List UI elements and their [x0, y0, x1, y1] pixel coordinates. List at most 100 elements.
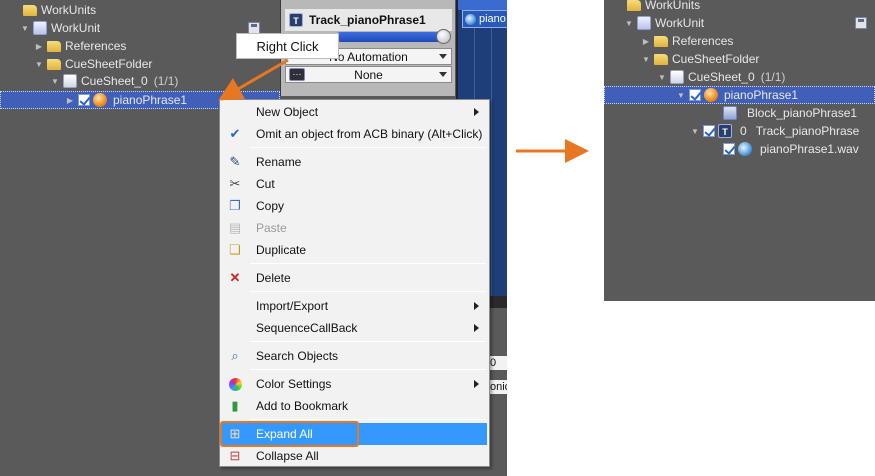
save-icon[interactable] [855, 17, 867, 29]
track-icon: T [289, 13, 303, 27]
timeline-clip[interactable]: piano [462, 10, 507, 28]
dropdown-arrow-icon[interactable] [439, 54, 447, 59]
menu-separator [250, 147, 486, 148]
tree-item-workunits[interactable]: WorkUnits [624, 0, 700, 14]
expanded-arrow-icon[interactable]: ▼ [20, 24, 30, 33]
workunit-icon [33, 21, 47, 35]
expanded-arrow-icon[interactable]: ▼ [676, 91, 686, 100]
field-fragment[interactable]: 0 [488, 356, 507, 370]
expanded-arrow-icon[interactable]: ▼ [624, 19, 634, 28]
menu-item-collapse-all[interactable]: ⊟ Collapse All [222, 445, 487, 467]
checkbox-icon[interactable] [78, 94, 90, 106]
tree-item-track[interactable]: ▼ T 0 Track_pianoPhrase [690, 122, 859, 140]
menu-item-label: Rename [256, 155, 302, 169]
tree-item-cuesheetfolder[interactable]: ▼ CueSheetFolder [641, 50, 759, 68]
submenu-arrow-icon [474, 108, 479, 116]
menu-item-new-object[interactable]: New Object [222, 101, 487, 123]
tree-item-count: (1/1) [760, 70, 786, 84]
tree-item-cuesheet[interactable]: ▼ CueSheet_0 (1/1) [657, 68, 785, 86]
menu-item-delete[interactable]: ✕ Delete [222, 267, 487, 289]
none-dropdown[interactable]: ··· None [285, 66, 452, 83]
menu-item-label: Paste [256, 221, 287, 235]
submenu-arrow-icon [474, 302, 479, 310]
checkbox-icon[interactable] [689, 89, 701, 101]
none-value: None [354, 67, 383, 82]
menu-item-sequence-callback[interactable]: SequenceCallBack [222, 317, 487, 339]
checkbox-icon[interactable] [723, 143, 735, 155]
menu-item-paste[interactable]: ▤ Paste [222, 217, 487, 239]
tree-item-count: (1/1) [153, 74, 179, 88]
track-icon: T [718, 124, 732, 138]
menu-separator [250, 419, 486, 420]
delete-icon: ✕ [229, 270, 241, 285]
tree-item-label: References [65, 39, 127, 53]
tree-item-references[interactable]: ▶ References [641, 32, 733, 50]
menu-item-label: Import/Export [256, 299, 329, 313]
tree-item-cue-selected[interactable]: ▼ pianoPhrase1 [604, 86, 875, 104]
menu-item-add-bookmark[interactable]: ▮ Add to Bookmark [222, 395, 487, 417]
tree-item-wave[interactable]: pianoPhrase1.wav [720, 140, 859, 158]
collapsed-arrow-icon[interactable]: ▶ [641, 37, 651, 46]
folder-icon [654, 53, 668, 65]
collapse-all-icon: ⊟ [229, 448, 241, 463]
menu-item-label: Color Settings [256, 377, 332, 391]
menu-item-import-export[interactable]: Import/Export [222, 295, 487, 317]
menu-separator [250, 369, 486, 370]
expanded-arrow-icon[interactable]: ▼ [690, 127, 700, 136]
tree-item-workunit[interactable]: ▼ WorkUnit [20, 19, 100, 37]
menu-item-expand-all[interactable]: ⊞ Expand All [220, 421, 487, 447]
block-icon [723, 106, 737, 120]
menu-item-label: SequenceCallBack [256, 321, 358, 335]
menu-item-rename[interactable]: ✎ Rename [222, 151, 487, 173]
tree-item-label: pianoPhrase1 [113, 93, 188, 107]
menu-item-omit-object[interactable]: ✔ Omit an object from ACB binary (Alt+Cl… [222, 123, 487, 145]
right-click-callout: Right Click [236, 33, 339, 59]
menu-item-copy[interactable]: ❐ Copy [222, 195, 487, 217]
menu-item-cut[interactable]: ✂ Cut [222, 173, 487, 195]
duplicate-icon: ❏ [229, 242, 241, 257]
tree-item-block[interactable]: Block_pianoPhrase1 [720, 104, 857, 122]
expanded-arrow-icon[interactable]: ▼ [657, 73, 667, 82]
field-fragment[interactable]: onic [488, 380, 507, 394]
rename-icon: ✎ [229, 154, 241, 169]
tree-item-cuesheetfolder[interactable]: ▼ CueSheetFolder [34, 55, 152, 73]
tree-item-label: Block_pianoPhrase1 [747, 106, 858, 120]
expanded-arrow-icon[interactable]: ▼ [34, 60, 44, 69]
expanded-arrow-icon[interactable]: ▼ [50, 77, 60, 86]
tree-item-workunit[interactable]: ▼ WorkUnit [624, 14, 704, 32]
menu-separator [250, 263, 486, 264]
slider-knob[interactable] [436, 29, 451, 44]
tree-item-workunits[interactable]: WorkUnits [20, 1, 96, 19]
context-menu: New Object ✔ Omit an object from ACB bin… [219, 99, 490, 467]
tree-item-references[interactable]: ▶ References [34, 37, 126, 55]
folder-icon [627, 0, 641, 11]
cuesheet-icon [670, 70, 684, 84]
collapsed-arrow-icon[interactable]: ▶ [65, 96, 75, 105]
tree-item-cuesheet[interactable]: ▼ CueSheet_0 (1/1) [50, 72, 178, 90]
folder-icon [47, 58, 61, 70]
checkbox-icon[interactable] [703, 125, 715, 137]
collapsed-arrow-icon[interactable]: ▶ [34, 42, 44, 51]
expanded-arrow-icon[interactable]: ▼ [641, 55, 651, 64]
menu-item-duplicate[interactable]: ❏ Duplicate [222, 239, 487, 261]
folder-icon [47, 40, 61, 52]
track-header: T Track_pianoPhrase1 [285, 9, 452, 31]
volume-slider[interactable] [335, 29, 451, 44]
menu-separator [250, 341, 486, 342]
menu-item-color-settings[interactable]: Color Settings [222, 373, 487, 395]
tree-item-label: CueSheet_0 [81, 74, 148, 88]
callout-text: Right Click [256, 38, 319, 54]
paste-icon: ▤ [228, 220, 242, 235]
tree-item-label: CueSheet_0 [688, 70, 755, 84]
more-icon[interactable]: ··· [289, 68, 305, 81]
bookmark-icon: ▮ [231, 398, 239, 413]
tree-item-label: WorkUnits [41, 3, 97, 17]
folder-icon [23, 4, 37, 16]
menu-item-label: Add to Bookmark [256, 399, 349, 413]
dropdown-arrow-icon[interactable] [439, 72, 447, 77]
workunit-icon [637, 16, 651, 30]
menu-item-label: Duplicate [256, 243, 307, 257]
right-screenshot-panel: WorkUnits ▼ WorkUnit ▶ References ▼ CueS… [604, 0, 875, 301]
clip-label: piano [479, 13, 506, 25]
menu-item-search-objects[interactable]: ⌕ Search Objects [222, 345, 487, 367]
